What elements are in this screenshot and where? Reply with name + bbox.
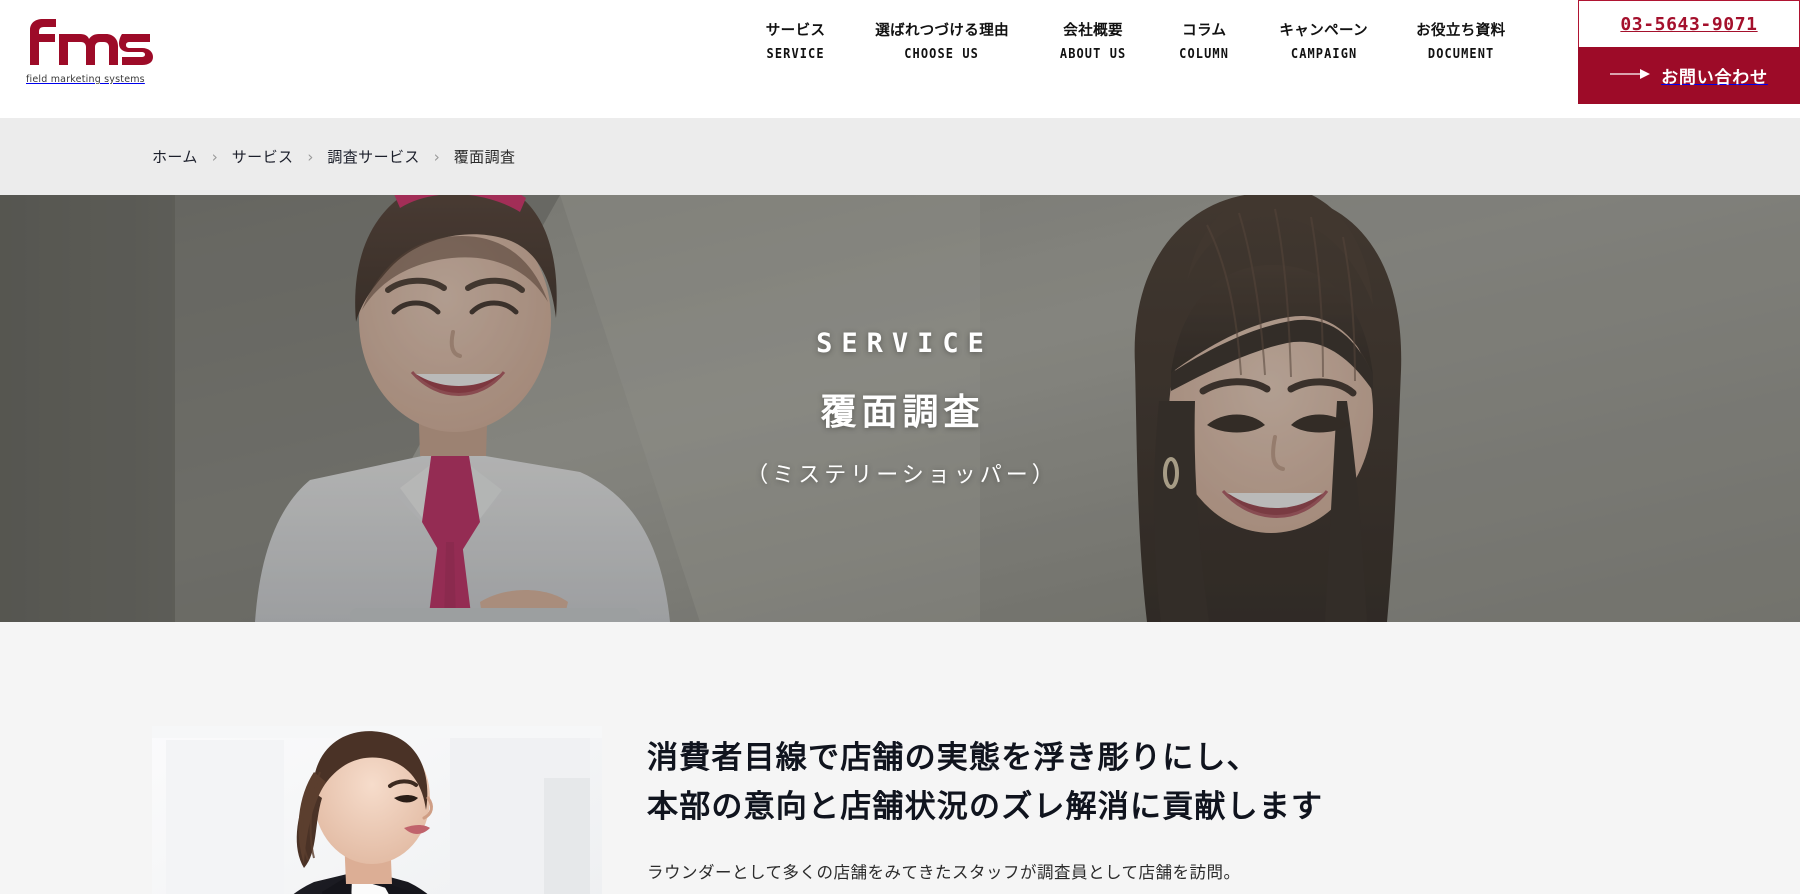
intro-photo <box>152 726 602 894</box>
site-logo[interactable]: field marketing systems <box>26 18 166 85</box>
breadcrumb-item-current: 覆面調査 <box>453 149 516 166</box>
intro-text-block: 消費者目線で店舗の実態を浮き彫りにし、 本部の意向と店舗状況のズレ解消に貢献しま… <box>647 726 1587 894</box>
intro-paragraph: ラウンダーとして多くの店舗をみてきたスタッフが調査員として店舗を訪問。 <box>647 863 1241 882</box>
nav-label-en: CHOOSE US <box>904 46 980 62</box>
site-header: field marketing systems サービス SERVICE 選ばれ… <box>0 0 1800 118</box>
hero-eyebrow: SERVICE <box>816 328 993 359</box>
nav-label-en: DOCUMENT <box>1427 46 1495 62</box>
breadcrumb-item-research-service[interactable]: 調査サービス <box>327 146 419 167</box>
breadcrumb: ホーム › サービス › 調査サービス › 覆面調査 <box>152 146 515 167</box>
chevron-right-icon: › <box>211 147 218 166</box>
hero-text-block: SERVICE 覆面調査 （ミステリーショッパー） <box>0 195 1800 622</box>
nav-label-en: CAMPAIGN <box>1290 46 1357 62</box>
main-navigation: サービス SERVICE 選ばれつづける理由 CHOOSE US 会社概要 AB… <box>740 22 1529 62</box>
nav-label-ja: お役立ち資料 <box>1416 23 1506 39</box>
breadcrumb-item-service[interactable]: サービス <box>232 146 294 167</box>
nav-label-en: COLUMN <box>1179 46 1230 62</box>
page-heading-line-1: 消費者目線で店舗の実態を浮き彫りにし、 <box>647 740 1259 775</box>
nav-label-en: SERVICE <box>766 46 825 62</box>
hero-subtitle: （ミステリーショッパー） <box>746 462 1058 487</box>
contact-button[interactable]: お問い合わせ <box>1578 47 1800 104</box>
nav-item-campaign[interactable]: キャンペーン CAMPAIGN <box>1255 22 1392 62</box>
nav-label-ja: コラム <box>1182 23 1227 39</box>
nav-item-service[interactable]: サービス SERVICE <box>740 22 851 62</box>
nav-item-choose-us[interactable]: 選ばれつづける理由 CHOOSE US <box>851 22 1033 62</box>
nav-label-ja: キャンペーン <box>1279 23 1369 39</box>
header-cta: 03-5643-9071 お問い合わせ <box>1578 0 1800 104</box>
hero-banner: SERVICE 覆面調査 （ミステリーショッパー） <box>0 195 1800 622</box>
nav-label-en: ABOUT US <box>1059 46 1127 62</box>
logo-tagline: field marketing systems <box>26 74 145 85</box>
chevron-right-icon: › <box>433 147 440 166</box>
nav-label-ja: 選ばれつづける理由 <box>875 23 1009 39</box>
page-heading: 消費者目線で店舗の実態を浮き彫りにし、 本部の意向と店舗状況のズレ解消に貢献しま… <box>647 734 1587 832</box>
page-heading-line-2: 本部の意向と店舗状況のズレ解消に貢献します <box>647 788 1324 824</box>
intro-section: 消費者目線で店舗の実態を浮き彫りにし、 本部の意向と店舗状況のズレ解消に貢献しま… <box>0 622 1800 894</box>
nav-item-column[interactable]: コラム COLUMN <box>1153 22 1255 62</box>
nav-item-document[interactable]: お役立ち資料 DOCUMENT <box>1392 22 1529 62</box>
hero-title: 覆面調査 <box>820 391 985 432</box>
breadcrumb-item-home[interactable]: ホーム <box>152 146 198 167</box>
breadcrumb-bar: ホーム › サービス › 調査サービス › 覆面調査 <box>0 118 1800 195</box>
arrow-right-icon <box>1610 67 1651 85</box>
nav-item-about-us[interactable]: 会社概要 ABOUT US <box>1033 22 1153 62</box>
nav-label-ja: サービス <box>765 23 826 39</box>
chevron-right-icon: › <box>307 147 314 166</box>
contact-button-label: お問い合わせ <box>1661 68 1768 87</box>
nav-label-ja: 会社概要 <box>1063 23 1123 39</box>
telephone-link[interactable]: 03-5643-9071 <box>1578 0 1800 47</box>
fms-logo-icon <box>26 18 166 71</box>
